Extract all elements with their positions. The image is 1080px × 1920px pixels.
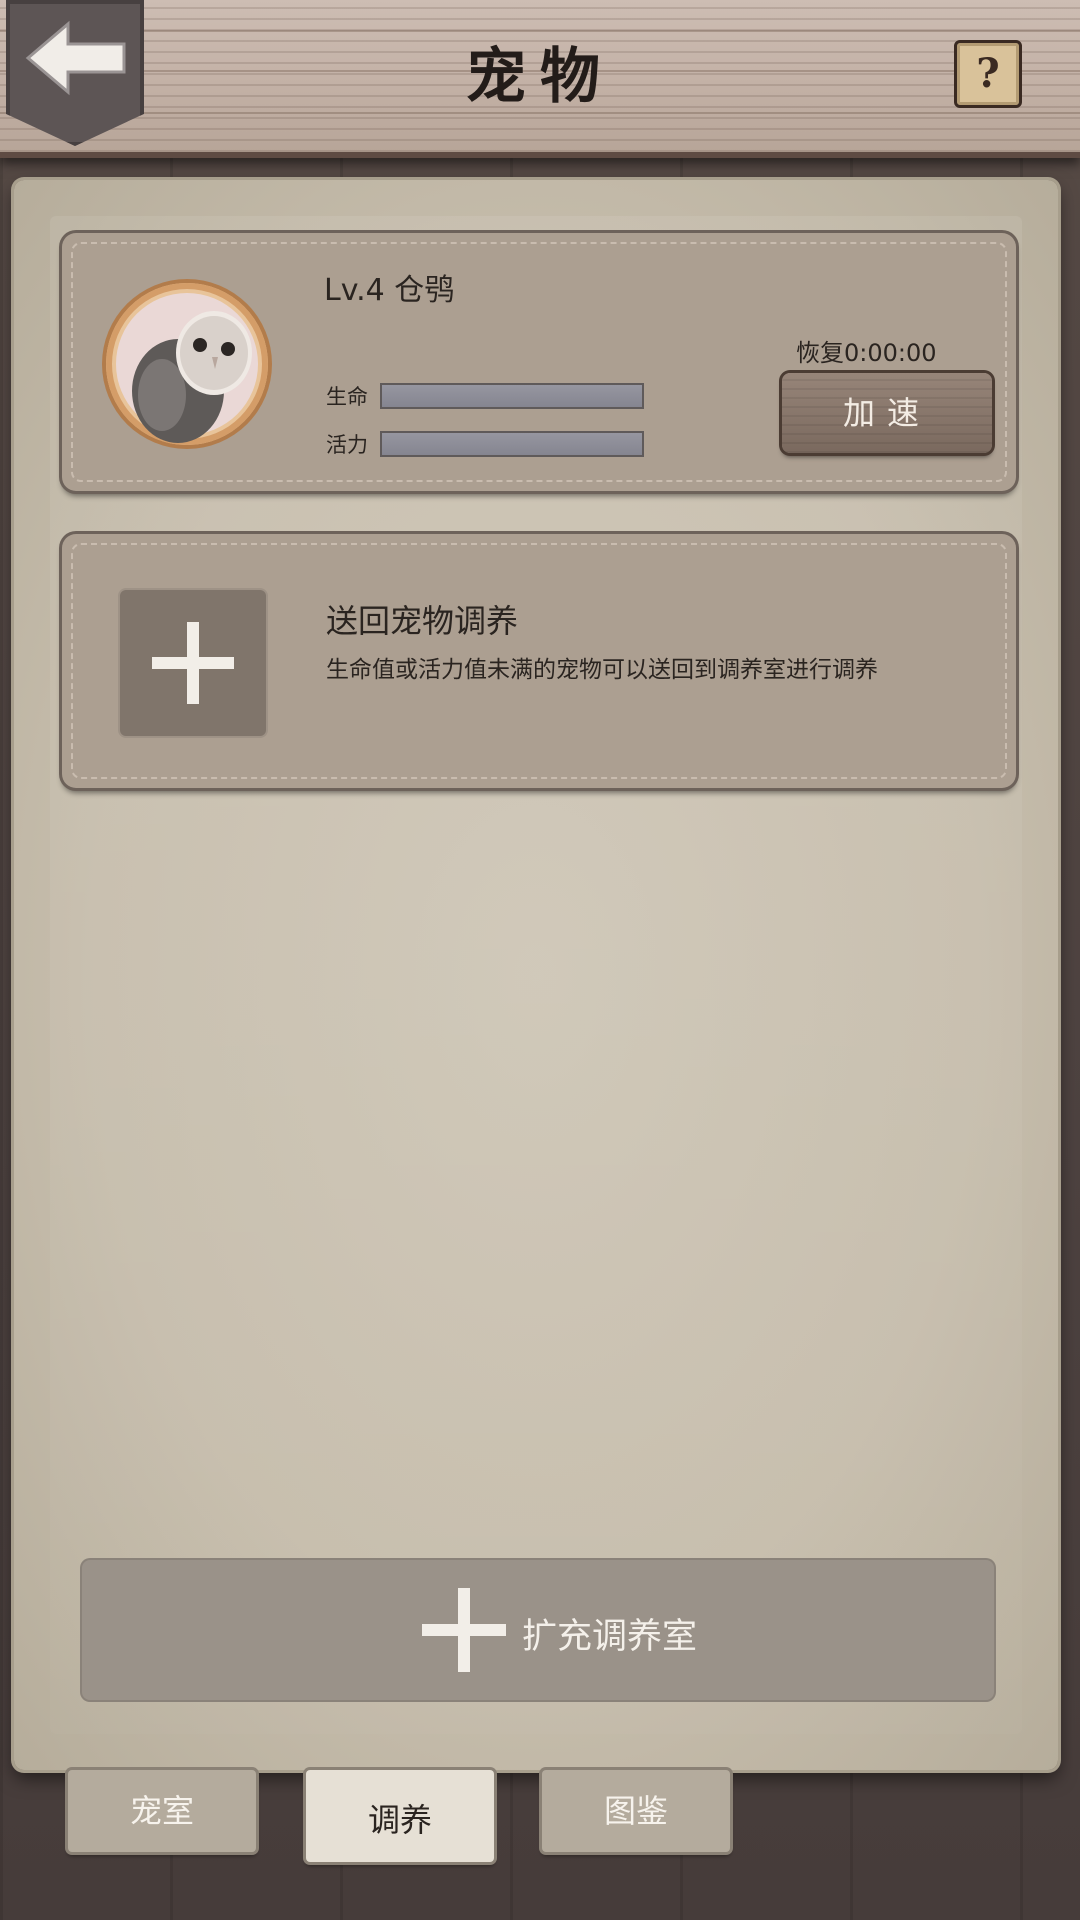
add-pet-slot[interactable]	[120, 590, 266, 736]
hp-label: 生命	[326, 385, 368, 409]
pet-card[interactable]: Lv.4 仓鸮 生命 活力 恢复0:00:00 加速	[62, 233, 1016, 491]
energy-bar	[380, 431, 644, 457]
tab-collection[interactable]: 图鉴	[542, 1770, 730, 1852]
energy-label: 活力	[326, 433, 368, 457]
tab-nurse[interactable]: 调养	[306, 1770, 494, 1862]
hp-bar	[380, 383, 644, 409]
pet-avatar[interactable]	[106, 283, 268, 445]
plus-icon	[152, 622, 234, 704]
expand-room-button[interactable]: 扩充调养室	[82, 1560, 994, 1700]
help-button[interactable]: ?	[954, 40, 1022, 108]
page-title: 宠物	[466, 42, 614, 112]
nurse-slot-card[interactable]: 送回宠物调养 生命值或活力值未满的宠物可以送回到调养室进行调养	[62, 534, 1016, 788]
speed-up-button[interactable]: 加速	[782, 373, 992, 453]
pet-name: Lv.4 仓鸮	[324, 273, 455, 308]
plus-icon	[422, 1588, 506, 1672]
main-panel: Lv.4 仓鸮 生命 活力 恢复0:00:00 加速 送回宠物调养 生命值或活力…	[14, 180, 1058, 1770]
expand-room-label: 扩充调养室	[522, 1617, 698, 1657]
barn-owl-icon	[132, 311, 252, 443]
recover-timer: 恢复0:00:00	[796, 339, 937, 367]
slot-title: 送回宠物调养	[326, 602, 519, 640]
slot-description: 生命值或活力值未满的宠物可以送回到调养室进行调养	[326, 657, 878, 683]
tab-pet-room[interactable]: 宠室	[68, 1770, 256, 1852]
top-bar: 宠物 ?	[0, 0, 1080, 158]
